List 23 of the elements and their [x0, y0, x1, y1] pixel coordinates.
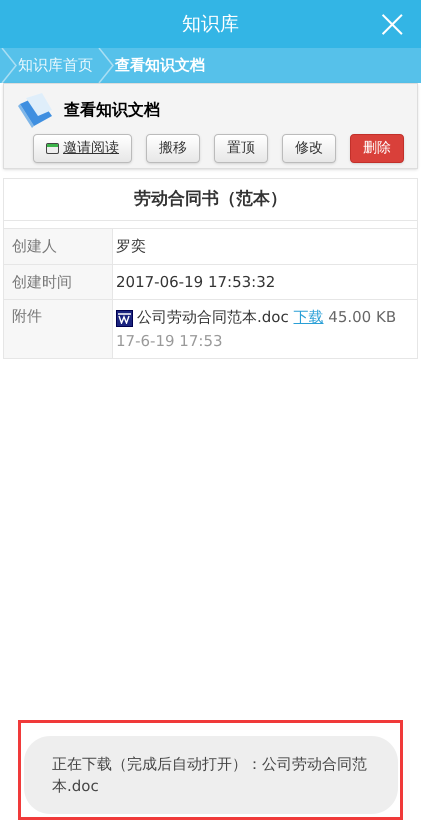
file-name: 公司劳动合同范本.doc	[137, 308, 289, 326]
download-link[interactable]: 下载	[294, 308, 324, 326]
close-button[interactable]: ×	[375, 4, 409, 44]
document-title: 劳动合同书（范本）	[134, 188, 287, 211]
word-file-icon	[116, 310, 133, 327]
action-button[interactable]: 置顶	[214, 134, 268, 163]
panel-title: 查看知识文档	[64, 99, 160, 121]
field-label: 创建人	[12, 237, 57, 255]
action-button[interactable]: 搬移	[146, 134, 200, 163]
delete-button[interactable]: 删除	[350, 134, 404, 163]
field-label: 附件	[12, 307, 42, 325]
file-date: 17-6-19 17:53	[116, 332, 223, 350]
file-size: 45.00 KB	[328, 308, 396, 326]
page-title: 知识库	[182, 12, 239, 37]
field-value: 罗奕	[116, 237, 146, 255]
chevron-icon	[0, 48, 18, 83]
action-button[interactable]: 邀请阅读	[33, 134, 132, 163]
chevron-icon	[97, 48, 115, 83]
toast-message: 正在下载（完成后自动打开）：公司劳动合同范本.doc	[52, 754, 368, 797]
window-icon	[46, 143, 59, 154]
field-label: 创建时间	[12, 272, 72, 290]
field-value: 2017-06-19 17:53:32	[116, 272, 276, 290]
action-button[interactable]: 修改	[282, 134, 336, 163]
